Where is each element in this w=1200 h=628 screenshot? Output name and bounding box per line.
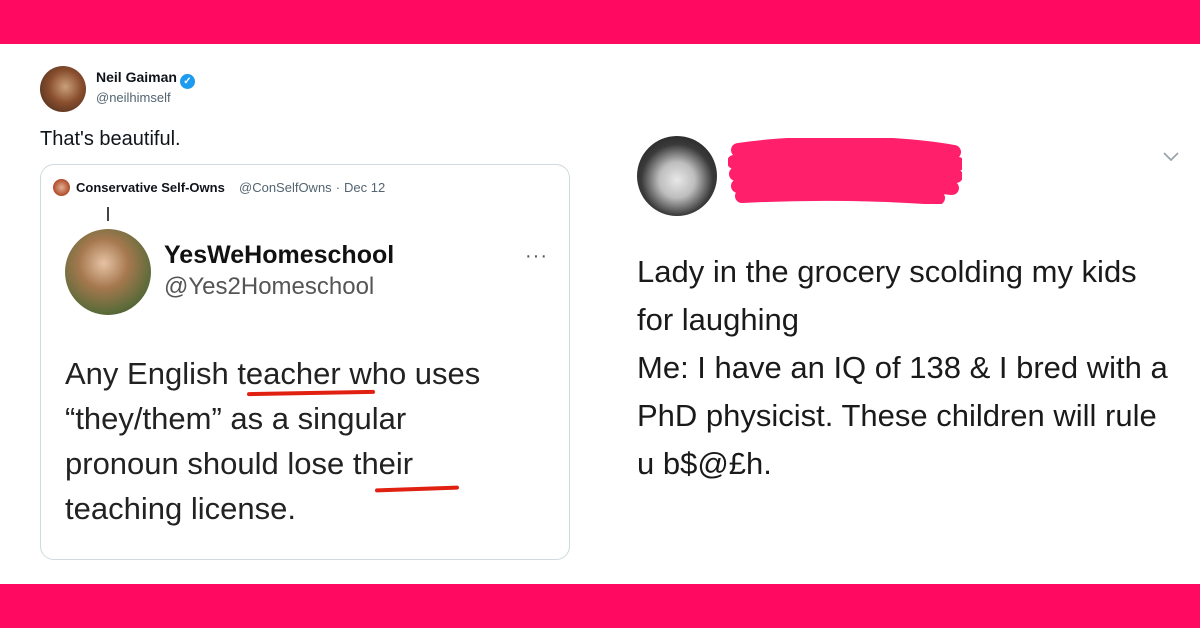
right-tweet-body: Lady in the grocery scolding my kids for… <box>637 248 1187 488</box>
quoted-date: Dec 12 <box>344 180 386 195</box>
quoted-author-handle: @ConSelfOwns <box>239 180 332 195</box>
author-name-label: Neil Gaiman <box>96 69 177 85</box>
more-dots-icon: ··· <box>525 245 548 267</box>
right-body-line: Me: I have an IQ of 138 & I bred with a <box>637 350 1168 385</box>
quoted-meta: @ConSelfOwns · Dec 12 <box>239 180 389 195</box>
inner-body-line: Any English teacher who uses <box>65 356 481 391</box>
meta-separator: · <box>335 180 341 195</box>
inner-author-handle: @Yes2Homeschool <box>164 273 375 300</box>
quoted-author-name: Conservative Self-Owns <box>76 180 225 195</box>
right-body-line: Lady in the grocery scolding my kids <box>637 254 1137 289</box>
avatar[interactable] <box>40 66 86 112</box>
inner-avatar <box>65 229 151 315</box>
verified-badge-icon: ✓ <box>179 74 195 89</box>
inner-body-line: “they/them” as a singular <box>65 401 407 436</box>
bottom-pink-band <box>0 584 1200 628</box>
quoted-tweet-card[interactable]: Conservative Self-Owns @ConSelfOwns · Dec … <box>40 164 570 560</box>
right-body-line: for laughing <box>637 302 800 337</box>
inner-author-name: YesWeHomeschool <box>164 241 395 269</box>
tweet-text: That's beautiful. <box>40 128 181 150</box>
inner-body-line: teaching license. <box>65 491 296 526</box>
redaction-scribble <box>728 138 962 204</box>
chevron-down-icon[interactable] <box>1162 150 1180 164</box>
thread-tick <box>107 207 109 221</box>
quoted-author-avatar <box>53 179 70 196</box>
inner-tweet-body: Any English teacher who uses “they/them”… <box>65 351 555 531</box>
top-pink-band <box>0 0 1200 44</box>
right-body-line: PhD physicist. These children will rule <box>637 398 1157 433</box>
author-handle[interactable]: @neilhimself <box>96 90 171 105</box>
right-avatar <box>637 136 717 216</box>
author-name[interactable]: Neil Gaiman ✓ <box>96 69 195 89</box>
inner-body-line: pronoun should lose their <box>65 446 414 481</box>
right-body-line: u b$@£h. <box>637 446 772 481</box>
